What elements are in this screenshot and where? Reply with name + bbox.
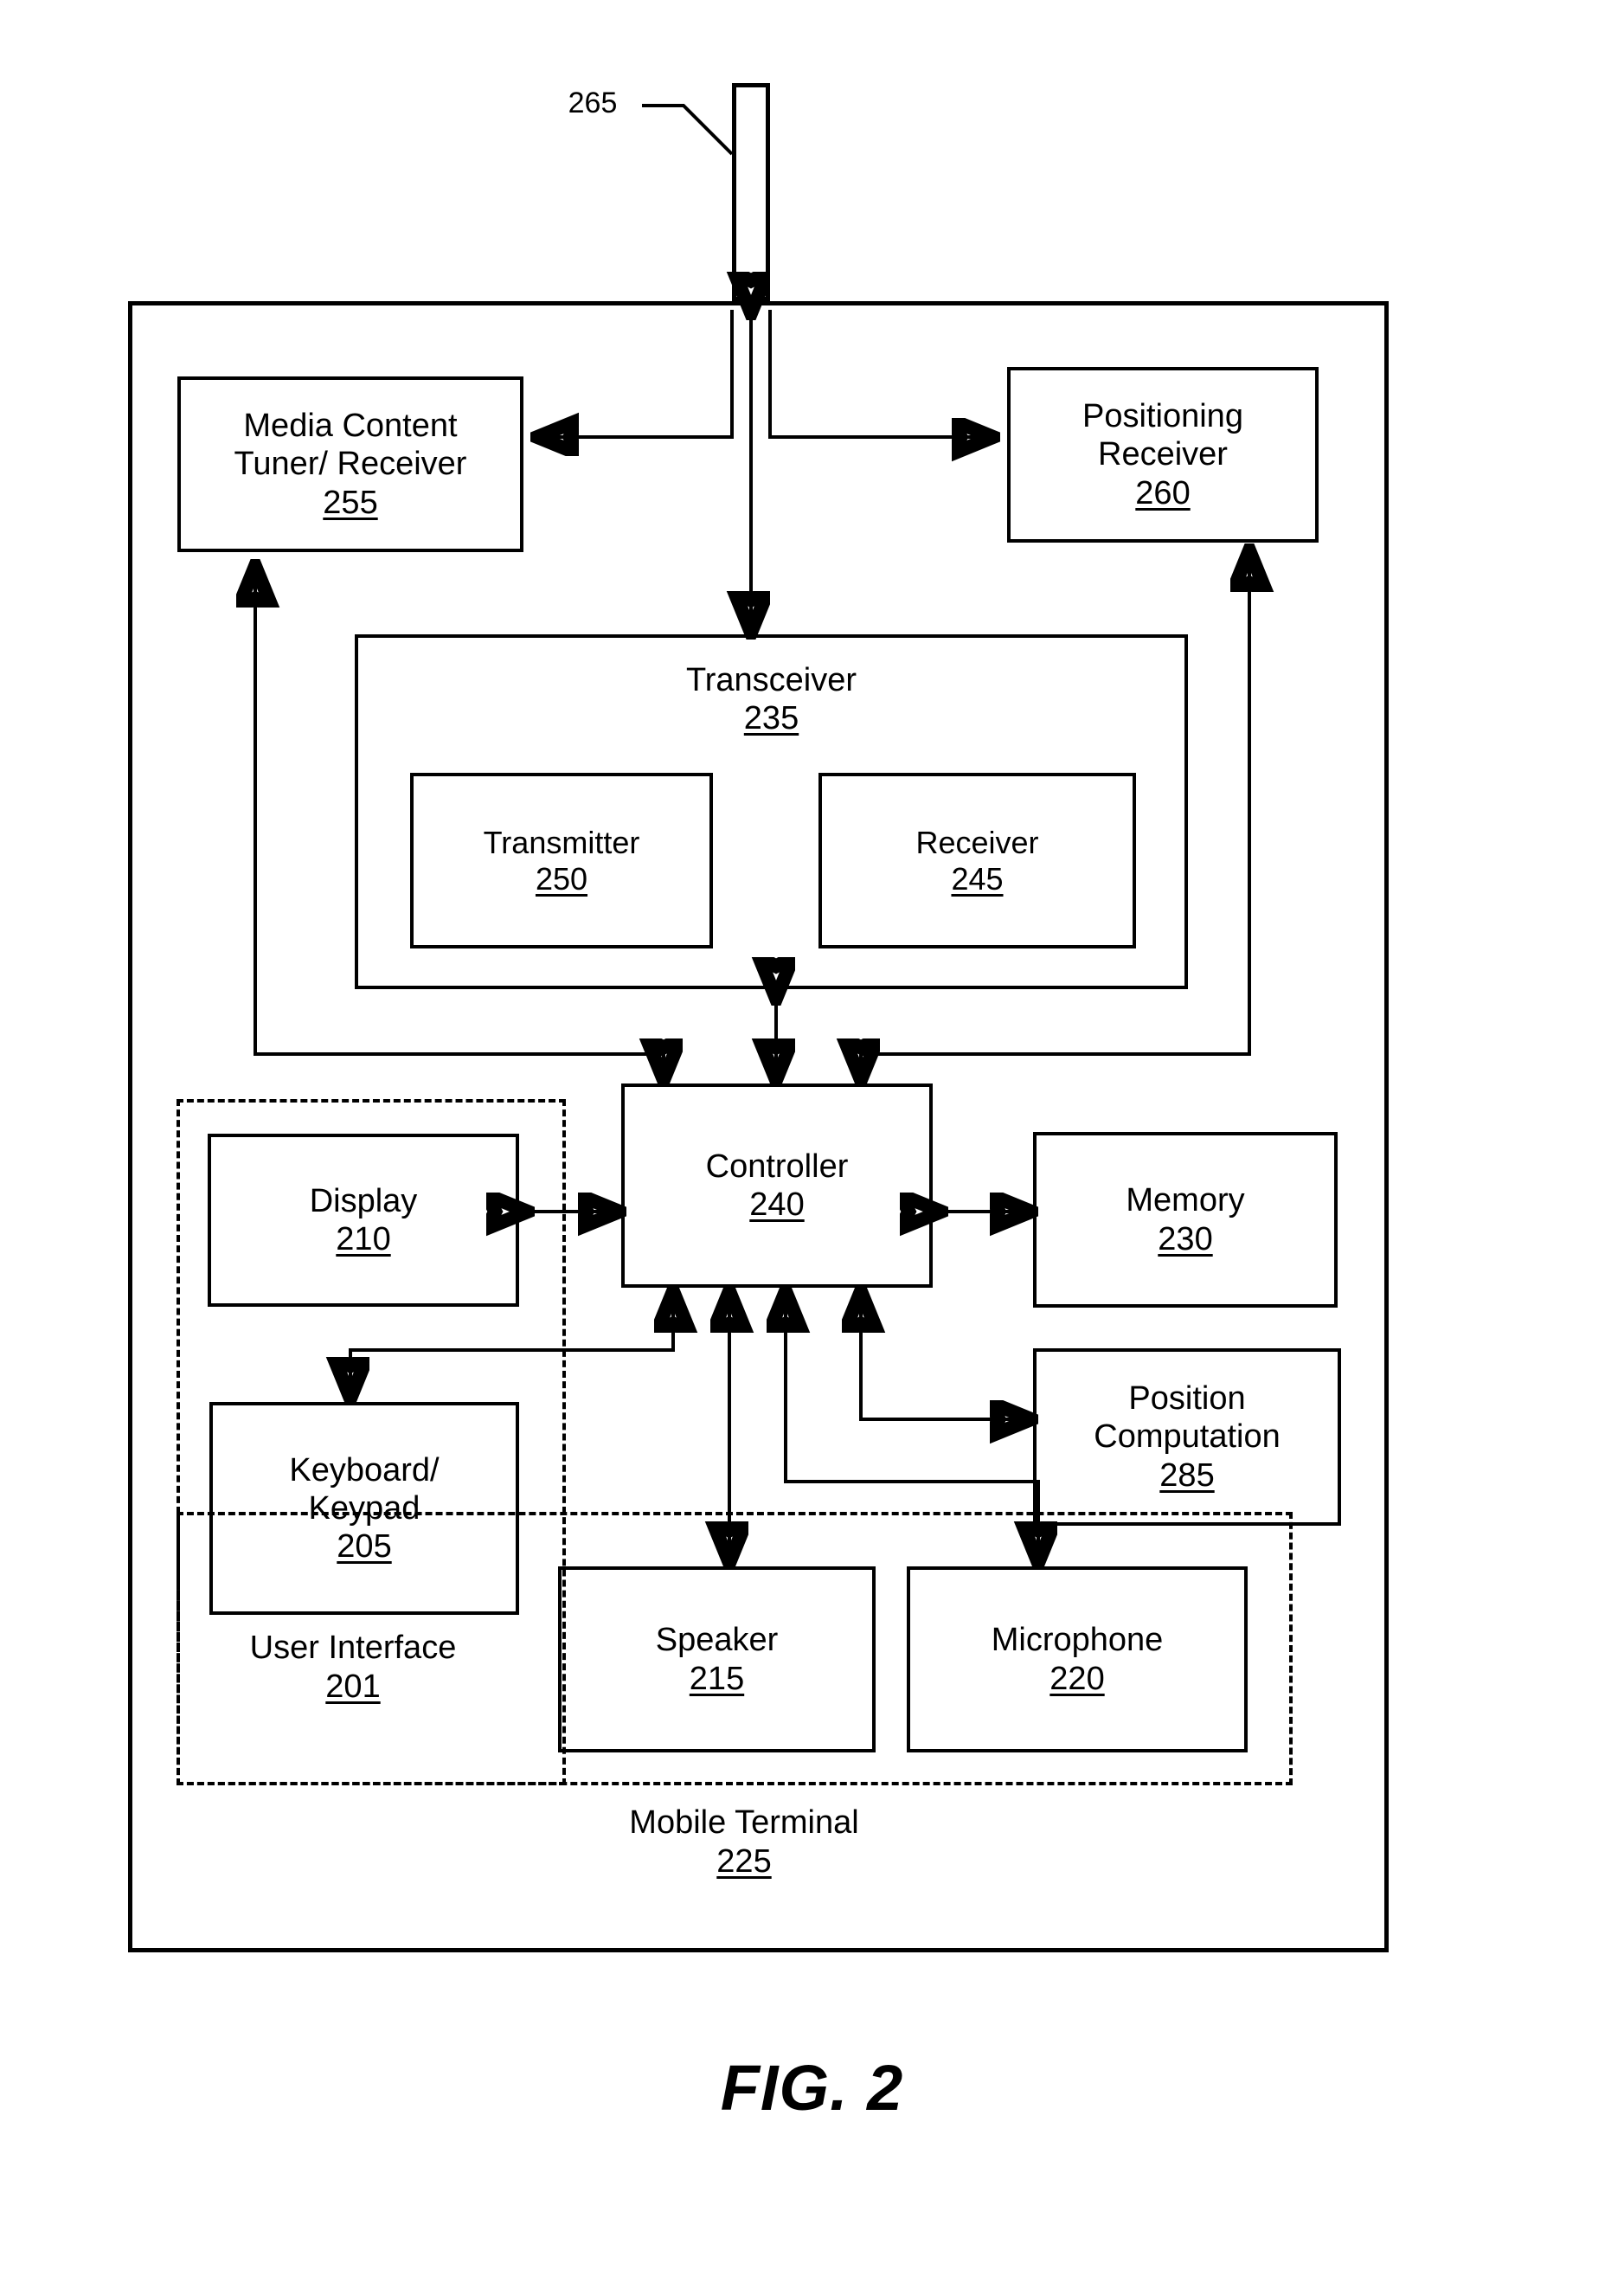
media-content-tuner-receiver-label: Media Content Tuner/ Receiver — [234, 408, 467, 483]
controller-label: Controller — [705, 1148, 849, 1185]
transmitter-block: Transmitter 250 — [410, 773, 713, 948]
transceiver-label: Transceiver — [685, 662, 857, 698]
positioning-receiver-number: 260 — [1135, 474, 1191, 511]
positioning-receiver-label: Positioning Receiver — [1082, 398, 1243, 473]
transmitter-number: 250 — [535, 860, 588, 897]
mobile-terminal-label: Mobile Terminal — [629, 1804, 859, 1841]
mobile-terminal-number: 225 — [716, 1842, 772, 1880]
transceiver-number: 235 — [743, 700, 799, 737]
position-computation-label: Position Computation — [1094, 1380, 1281, 1456]
transmitter-label: Transmitter — [483, 824, 640, 860]
memory-number: 230 — [1158, 1220, 1213, 1257]
receiver-block: Receiver 245 — [818, 773, 1136, 948]
controller-block: Controller 240 — [621, 1083, 933, 1288]
antenna-leader-line — [642, 104, 734, 156]
mobile-terminal-caption: Mobile Terminal 225 — [519, 1804, 969, 1881]
user-interface-number: 201 — [325, 1668, 381, 1705]
antenna-element — [732, 83, 770, 301]
positioning-receiver-block: Positioning Receiver 260 — [1007, 367, 1319, 543]
media-content-tuner-receiver-block: Media Content Tuner/ Receiver 255 — [177, 376, 523, 552]
user-interface-caption: User Interface 201 — [180, 1629, 526, 1707]
receiver-number: 245 — [951, 860, 1004, 897]
controller-number: 240 — [749, 1186, 805, 1223]
position-computation-number: 285 — [1159, 1456, 1215, 1494]
memory-block: Memory 230 — [1033, 1132, 1338, 1308]
user-interface-label: User Interface — [249, 1630, 457, 1666]
antenna-reference-label: 265 — [568, 87, 618, 119]
memory-label: Memory — [1126, 1182, 1245, 1219]
media-content-tuner-receiver-number: 255 — [323, 484, 378, 521]
figure-caption: FIG. 2 — [720, 2052, 904, 2124]
patent-figure: 265 Media Content Tuner/ Receiver 255 Po… — [0, 0, 1624, 2289]
position-computation-block: Position Computation 285 — [1033, 1348, 1341, 1526]
receiver-label: Receiver — [915, 824, 1039, 860]
